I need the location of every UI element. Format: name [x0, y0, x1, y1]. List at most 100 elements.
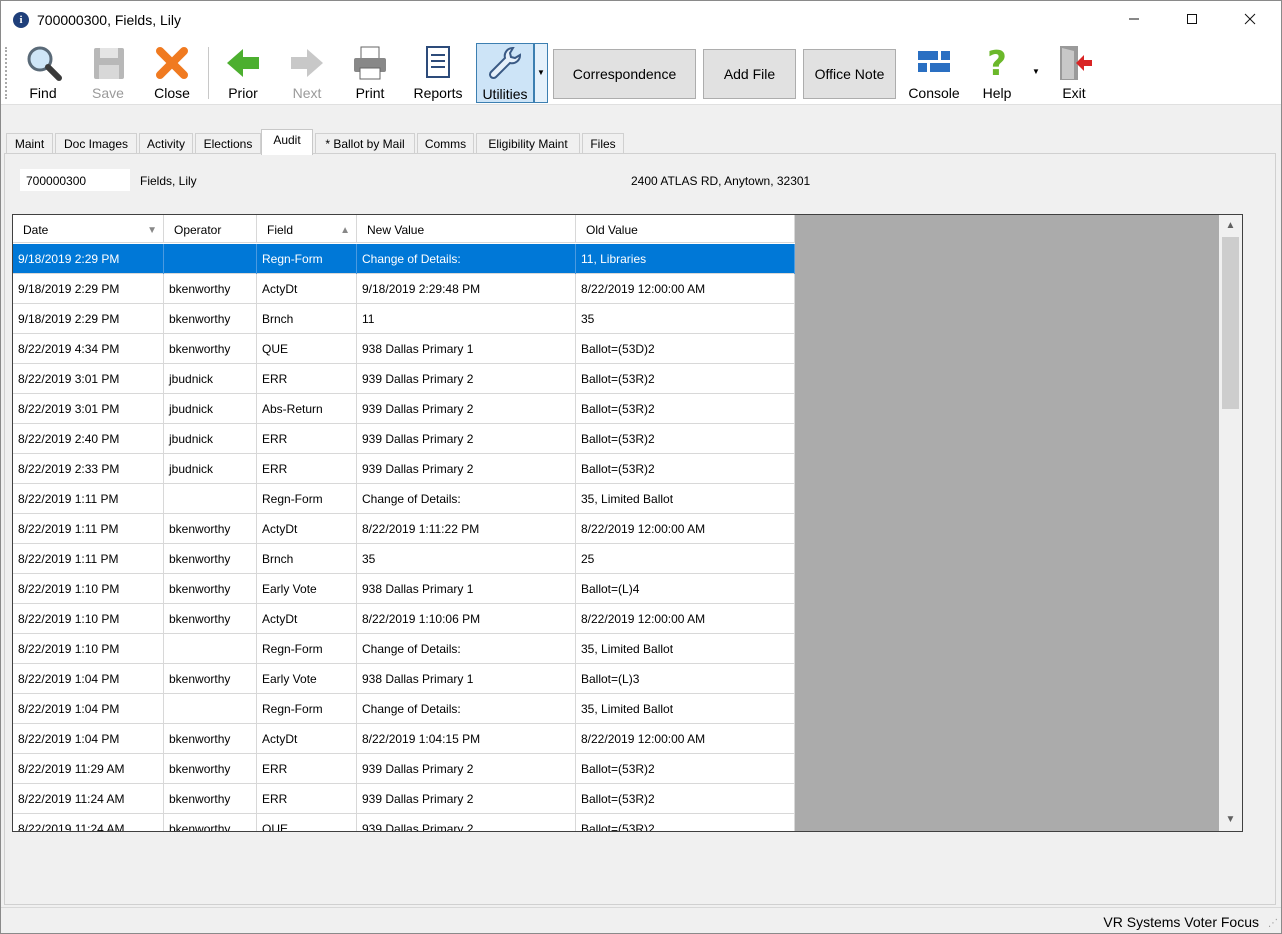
table-row[interactable]: 9/18/2019 2:29 PM bkenworthy ActyDt 9/18/20…	[13, 274, 795, 304]
table-row[interactable]: 8/22/2019 1:10 PM bkenworthy ActyDt 8/22/20…	[13, 604, 795, 634]
cell-operator: bkenworthy	[164, 604, 257, 634]
table-row[interactable]: 8/22/2019 2:33 PM jbudnick ERR 939 Dallas P…	[13, 454, 795, 484]
scroll-up-icon[interactable]: ▲	[1219, 215, 1242, 237]
tab-maint[interactable]: Maint	[6, 133, 53, 154]
table-row[interactable]: 8/22/2019 1:10 PM bkenworthy Early Vote 938…	[13, 574, 795, 604]
cell-new-value: 939 Dallas Primary 2	[357, 814, 576, 831]
table-row[interactable]: 8/22/2019 3:01 PM jbudnick ERR 939 Dallas P…	[13, 364, 795, 394]
resize-grip-icon[interactable]: ⋰	[1268, 918, 1278, 929]
close-button[interactable]: Close	[147, 43, 197, 103]
table-row[interactable]: 9/18/2019 2:29 PM Regn-Form Change of Deta…	[13, 244, 795, 274]
column-header-field[interactable]: Field ▲	[257, 215, 357, 243]
table-row[interactable]: 8/22/2019 11:29 AM bkenworthy ERR 939 Dalla…	[13, 754, 795, 784]
table-row[interactable]: 8/22/2019 1:11 PM bkenworthy Brnch 35 25	[13, 544, 795, 574]
cell-date: 8/22/2019 1:11 PM	[13, 544, 164, 574]
maximize-button[interactable]	[1163, 1, 1221, 39]
table-row[interactable]: 8/22/2019 1:04 PM bkenworthy Early Vote 938…	[13, 664, 795, 694]
cell-operator: bkenworthy	[164, 784, 257, 814]
exit-button[interactable]: Exit	[1049, 43, 1099, 103]
status-text: VR Systems Voter Focus	[1103, 914, 1259, 930]
svg-text:?: ?	[987, 44, 1007, 83]
question-mark-icon: ?	[987, 44, 1007, 83]
cell-operator: bkenworthy	[164, 724, 257, 754]
table-row[interactable]: 8/22/2019 2:40 PM jbudnick ERR 939 Dallas P…	[13, 424, 795, 454]
cell-date: 8/22/2019 3:01 PM	[13, 364, 164, 394]
cell-operator: bkenworthy	[164, 814, 257, 831]
correspondence-button[interactable]: Correspondence	[553, 49, 696, 99]
cell-new-value: 938 Dallas Primary 1	[357, 574, 576, 604]
table-row[interactable]: 8/22/2019 1:04 PM Regn-Form Change of Deta…	[13, 694, 795, 724]
help-button[interactable]: ? Help	[973, 43, 1021, 103]
table-row[interactable]: 8/22/2019 11:24 AM bkenworthy ERR 939 Dalla…	[13, 784, 795, 814]
tab-doc-images[interactable]: Doc Images	[55, 133, 137, 154]
report-document-icon	[426, 46, 450, 78]
help-dropdown-arrow[interactable]: ▼	[1032, 67, 1040, 76]
prior-button[interactable]: Prior	[219, 43, 267, 103]
cell-date: 8/22/2019 1:10 PM	[13, 634, 164, 664]
cell-date: 8/22/2019 11:24 AM	[13, 784, 164, 814]
cell-old-value: 8/22/2019 12:00:00 AM	[576, 274, 795, 304]
cell-date: 9/18/2019 2:29 PM	[13, 274, 164, 304]
column-header-new-value[interactable]: New Value	[357, 215, 576, 243]
console-button[interactable]: Console	[904, 43, 964, 103]
tab-files[interactable]: Files	[582, 133, 624, 154]
window-title: 700000300, Fields, Lily	[37, 12, 181, 28]
cell-old-value: 35, Limited Ballot	[576, 634, 795, 664]
cell-new-value: 938 Dallas Primary 1	[357, 664, 576, 694]
wrench-icon	[488, 47, 521, 80]
save-button[interactable]: Save	[83, 43, 133, 103]
vertical-scrollbar[interactable]: ▲ ▼	[1219, 215, 1242, 831]
next-button[interactable]: Next	[283, 43, 331, 103]
office-note-button[interactable]: Office Note	[803, 49, 896, 99]
utilities-dropdown-arrow[interactable]: ▼	[534, 43, 548, 103]
column-header-old-value[interactable]: Old Value	[576, 215, 795, 243]
tab-activity[interactable]: Activity	[139, 133, 193, 154]
add-file-button[interactable]: Add File	[703, 49, 796, 99]
close-window-button[interactable]	[1221, 1, 1279, 39]
utilities-button[interactable]: Utilities	[476, 43, 534, 103]
cell-new-value: Change of Details:	[357, 694, 576, 724]
tab-comms[interactable]: Comms	[417, 133, 474, 154]
column-header-operator[interactable]: Operator	[164, 215, 257, 243]
voter-id-field[interactable]: 700000300	[20, 169, 130, 191]
table-row[interactable]: 8/22/2019 11:24 AM bkenworthy QUE 939 Dalla…	[13, 814, 795, 831]
cell-operator: jbudnick	[164, 424, 257, 454]
print-button[interactable]: Print	[345, 43, 395, 103]
audit-grid[interactable]: Date ▼ Operator Field ▲ New Value Old Va…	[12, 214, 1243, 832]
tab-ballot-by-mail[interactable]: * Ballot by Mail	[315, 133, 415, 154]
cell-operator	[164, 484, 257, 514]
table-row[interactable]: 8/22/2019 1:11 PM Regn-Form Change of Deta…	[13, 484, 795, 514]
table-row[interactable]: 8/22/2019 3:01 PM jbudnick Abs-Return 939 D…	[13, 394, 795, 424]
cell-new-value: Change of Details:	[357, 244, 576, 274]
cell-old-value: 8/22/2019 12:00:00 AM	[576, 514, 795, 544]
cell-operator: bkenworthy	[164, 274, 257, 304]
cell-operator	[164, 244, 257, 274]
table-row[interactable]: 8/22/2019 1:10 PM Regn-Form Change of Deta…	[13, 634, 795, 664]
x-close-icon	[156, 47, 188, 79]
table-row[interactable]: 9/18/2019 2:29 PM bkenworthy Brnch 11 35	[13, 304, 795, 334]
tab-audit[interactable]: Audit	[261, 129, 313, 155]
title-bar: i 700000300, Fields, Lily	[1, 1, 1281, 39]
cell-date: 8/22/2019 1:04 PM	[13, 664, 164, 694]
column-header-date[interactable]: Date ▼	[13, 215, 164, 243]
table-row[interactable]: 8/22/2019 1:11 PM bkenworthy ActyDt 8/22/20…	[13, 514, 795, 544]
magnifier-icon	[27, 46, 62, 81]
scroll-down-icon[interactable]: ▼	[1219, 809, 1242, 831]
table-row[interactable]: 8/22/2019 4:34 PM bkenworthy QUE 938 Dallas…	[13, 334, 795, 364]
tab-eligibility-maint[interactable]: Eligibility Maint	[476, 133, 580, 154]
scroll-thumb[interactable]	[1222, 237, 1239, 409]
minimize-button[interactable]	[1105, 1, 1163, 39]
exit-door-icon	[1060, 46, 1092, 80]
reports-button[interactable]: Reports	[409, 43, 467, 103]
cell-new-value: Change of Details:	[357, 634, 576, 664]
tab-elections[interactable]: Elections	[195, 133, 261, 154]
cell-field: Brnch	[257, 304, 357, 334]
audit-table: Date ▼ Operator Field ▲ New Value Old Va…	[13, 215, 795, 831]
toolbar-grip[interactable]	[5, 47, 8, 99]
cell-new-value: 939 Dallas Primary 2	[357, 364, 576, 394]
find-button[interactable]: Find	[19, 43, 67, 103]
table-row[interactable]: 8/22/2019 1:04 PM bkenworthy ActyDt 8/22/20…	[13, 724, 795, 754]
cell-date: 9/18/2019 2:29 PM	[13, 244, 164, 274]
cell-new-value: 8/22/2019 1:11:22 PM	[357, 514, 576, 544]
left-arrow-icon	[227, 49, 259, 77]
